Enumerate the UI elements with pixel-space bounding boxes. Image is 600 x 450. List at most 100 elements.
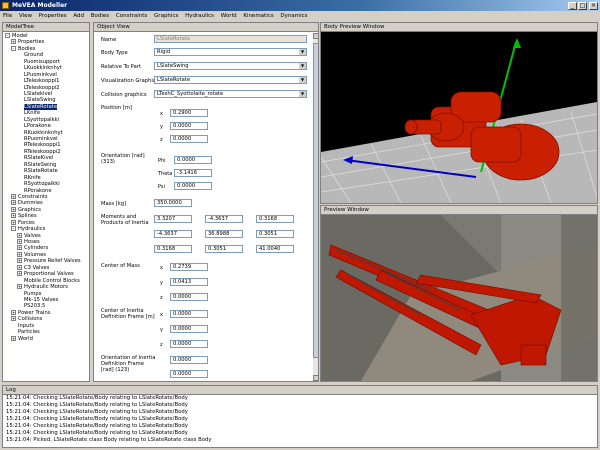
inertia-cell[interactable]: 0.3051: [205, 245, 243, 253]
menu-file[interactable]: File: [3, 13, 12, 19]
position-z-field[interactable]: 0.0000: [170, 135, 208, 143]
expand-icon[interactable]: +: [17, 251, 22, 257]
preview-viewport[interactable]: [321, 215, 597, 381]
expand-icon[interactable]: +: [17, 232, 22, 238]
log-line: 15:21:04: Checking LSlateRotate/Body rel…: [6, 430, 188, 436]
psi-field[interactable]: 0.0000: [174, 182, 212, 190]
name-field[interactable]: LSlateRotate: [154, 35, 307, 43]
tree-item-label: Collisions: [18, 316, 43, 323]
scroll-up-arrow[interactable]: [313, 33, 318, 39]
expand-icon[interactable]: +: [17, 245, 22, 251]
com-x-field[interactable]: 0.2739: [170, 263, 208, 271]
tree-item-label: Valves: [24, 232, 41, 239]
expand-icon[interactable]: +: [11, 206, 16, 212]
axis-z-label: z: [160, 137, 163, 143]
expand-icon[interactable]: +: [11, 39, 16, 45]
expand-icon[interactable]: +: [17, 258, 22, 264]
tree-item-label: Splines: [18, 213, 37, 220]
cif-x-field[interactable]: 0.0000: [170, 310, 208, 318]
expand-icon[interactable]: +: [11, 193, 16, 199]
tree-item-label: Inputs: [18, 322, 35, 329]
preview-window-panel: Preview Window: [320, 205, 598, 382]
collision-graphics-select[interactable]: LTeshC_Syottolaite_rotate ▼: [154, 90, 307, 98]
position-y-field[interactable]: 0.0000: [170, 122, 208, 130]
tree-item-label: World: [18, 335, 33, 342]
expand-icon[interactable]: +: [11, 316, 16, 322]
app-icon: [2, 2, 9, 9]
mass-field[interactable]: 350.0000: [154, 199, 192, 207]
expand-icon[interactable]: +: [11, 200, 16, 206]
menu-hydraulics[interactable]: Hydraulics: [185, 13, 214, 19]
expand-icon[interactable]: +: [17, 284, 22, 290]
collision-graphics-value: LTeshC_Syottolaite_rotate: [157, 91, 224, 97]
tree-item-label: Constraints: [18, 193, 48, 200]
minimize-button[interactable]: _: [568, 2, 577, 10]
menu-view[interactable]: View: [19, 13, 32, 19]
inertia-cell[interactable]: 3.3207: [154, 215, 192, 223]
expand-icon[interactable]: +: [11, 213, 16, 219]
mass-label: Mass [kg]: [101, 201, 127, 207]
visualization-graphics-select[interactable]: LSlateRotate ▼: [154, 76, 307, 84]
close-button[interactable]: ×: [589, 2, 598, 10]
com-y-field[interactable]: 0.0413: [170, 278, 208, 286]
body-type-select[interactable]: Rigid ▼: [154, 48, 307, 56]
inertia-cell[interactable]: 0.3051: [256, 230, 294, 238]
log-line: 15:21:04: Checking LSlateRotate/Body rel…: [6, 402, 188, 408]
inertia-cell[interactable]: 0.3168: [256, 215, 294, 223]
chevron-down-icon: ▼: [299, 49, 306, 55]
collapse-icon[interactable]: -: [11, 226, 16, 232]
expand-icon[interactable]: +: [17, 264, 22, 270]
object-view-panel: Object View Name LSlateRotate Body Type …: [93, 22, 319, 382]
object-view-scrollbar[interactable]: [313, 33, 318, 381]
tree-item-label: Model: [12, 33, 28, 39]
position-x-field[interactable]: 0.2900: [170, 109, 208, 117]
menu-world[interactable]: World: [221, 13, 237, 19]
axis-z-label: z: [160, 295, 163, 301]
expand-icon[interactable]: +: [11, 335, 16, 341]
tree-item-label: RSlateSwing: [24, 161, 57, 168]
body-preview-viewport[interactable]: [321, 32, 597, 203]
tree-item-label: RKuokkinknhyt: [24, 129, 63, 136]
expand-icon[interactable]: +: [17, 239, 22, 244]
tree-item-label: LKuokkinknhyt: [24, 65, 62, 72]
tree-item-label: Power Trains: [18, 309, 51, 316]
collapse-icon[interactable]: -: [11, 45, 16, 51]
menu-bodies[interactable]: Bodies: [91, 13, 109, 19]
theta-field[interactable]: -3.1416: [174, 169, 212, 177]
cif-z-field[interactable]: 0.0000: [170, 340, 208, 348]
tree-item-label: Pressure Relief Valves: [24, 258, 81, 265]
menu-constraints[interactable]: Constraints: [116, 13, 147, 19]
inertia-cell[interactable]: 36.8988: [205, 230, 243, 238]
center-of-mass-label: Center of Mass: [101, 263, 140, 269]
object-view-title: Object View: [94, 23, 318, 32]
relative-to-part-select[interactable]: LSlateSwing ▼: [154, 62, 307, 70]
oif-a-field[interactable]: 0.0000: [170, 356, 208, 364]
inertia-cell[interactable]: -4.3637: [154, 230, 192, 238]
com-z-field[interactable]: 0.0000: [170, 293, 208, 301]
inertia-cell[interactable]: 0.3168: [154, 245, 192, 253]
model-tree: - Model + Properties - Bodies Ground Puomisuppo…: [3, 32, 89, 342]
collapse-icon[interactable]: -: [5, 33, 10, 38]
expand-icon[interactable]: +: [11, 219, 16, 225]
scroll-down-arrow[interactable]: [313, 375, 318, 381]
cif-y-field[interactable]: 0.0000: [170, 325, 208, 333]
tree-item-label: RPorakone: [24, 187, 52, 194]
menu-add[interactable]: Add: [73, 13, 84, 19]
expand-icon[interactable]: +: [11, 309, 16, 315]
menu-dynamics[interactable]: Dynamics: [280, 13, 307, 19]
tree-item[interactable]: + World: [3, 335, 89, 342]
tree-item-label: LTeleskooppi1: [24, 78, 60, 85]
phi-field[interactable]: 0.0000: [174, 156, 212, 164]
oif-b-field[interactable]: 0.0000: [170, 370, 208, 378]
menu-graphics[interactable]: Graphics: [154, 13, 178, 19]
tree-item-label: Volumes: [24, 251, 46, 258]
tree-item-label: Forces: [18, 219, 35, 226]
inertia-cell[interactable]: 41.0040: [256, 245, 294, 253]
scroll-thumb[interactable]: [313, 43, 318, 358]
maximize-button[interactable]: □: [578, 2, 587, 10]
expand-icon[interactable]: +: [17, 271, 22, 277]
menu-kinematics[interactable]: Kinematics: [243, 13, 273, 19]
menu-properties[interactable]: Properties: [39, 13, 67, 19]
inertia-cell[interactable]: -4.3637: [205, 215, 243, 223]
tree-item-label: RTeleskooppi2: [24, 148, 61, 155]
